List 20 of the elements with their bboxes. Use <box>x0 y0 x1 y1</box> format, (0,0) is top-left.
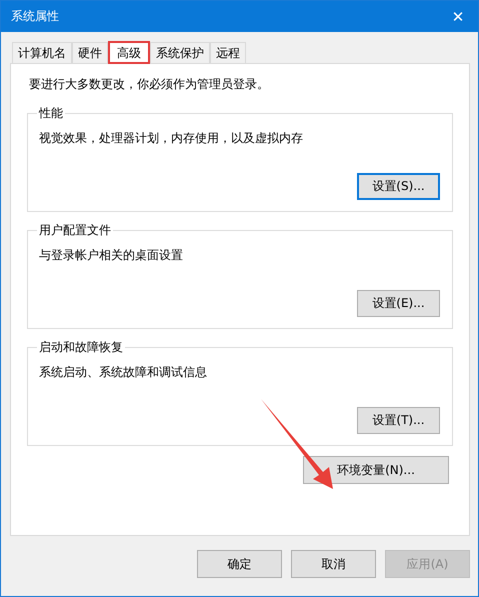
group-title: 性能 <box>38 105 64 122</box>
tab[interactable]: 计算机名 <box>12 42 72 63</box>
group-title: 用户配置文件 <box>38 222 112 239</box>
group-title: 启动和故障恢复 <box>38 339 124 356</box>
group-description: 系统启动、系统故障和调试信息 <box>39 364 208 381</box>
settings-button[interactable]: 设置(T)... <box>357 407 440 434</box>
tab[interactable]: 高级 <box>108 41 150 64</box>
tab[interactable]: 远程 <box>210 42 246 63</box>
close-button[interactable]: ✕ <box>438 1 478 32</box>
group-description: 视觉效果，处理器计划，内存使用，以及虚拟内存 <box>39 130 304 147</box>
dialog-button[interactable]: 取消 <box>291 550 376 578</box>
settings-button[interactable]: 设置(E)... <box>357 290 440 317</box>
window-title: 系统属性 <box>11 8 59 25</box>
environment-variables-button[interactable]: 环境变量(N)... <box>303 456 449 484</box>
dialog-button[interactable]: 确定 <box>197 550 282 578</box>
group-description: 与登录帐户相关的桌面设置 <box>39 247 184 264</box>
tab[interactable]: 硬件 <box>72 42 108 63</box>
tab[interactable]: 系统保护 <box>150 42 210 63</box>
notice-text: 要进行大多数更改，你必须作为管理员登录。 <box>29 76 270 93</box>
settings-button[interactable]: 设置(S)... <box>357 173 440 200</box>
